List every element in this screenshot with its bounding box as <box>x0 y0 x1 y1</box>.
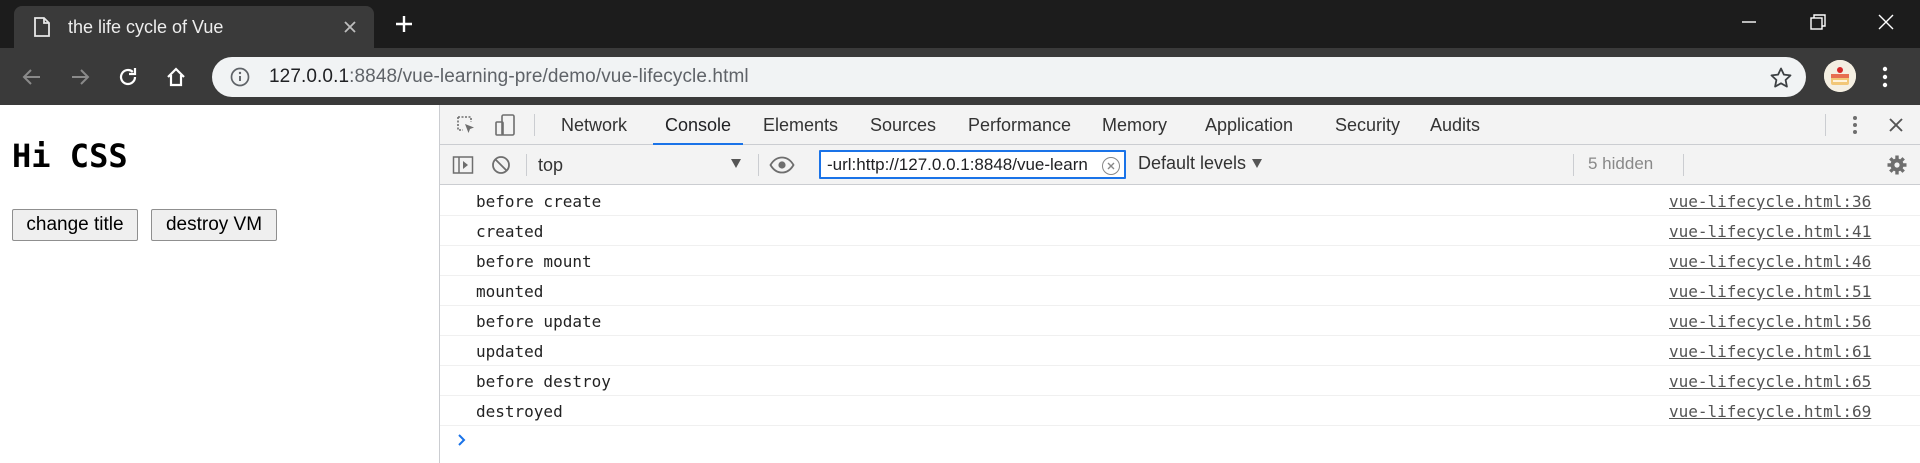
context-selector[interactable]: top <box>538 153 745 177</box>
document-icon <box>32 17 52 37</box>
bookmark-star-icon[interactable] <box>1768 65 1794 91</box>
source-link[interactable]: vue-lifecycle.html:56 <box>1669 312 1871 331</box>
toolbar-separator <box>534 114 535 136</box>
address-bar[interactable]: 127.0.0.1:8848/vue-learning-pre/demo/vue… <box>212 57 1806 97</box>
toolbar-separator <box>758 154 759 176</box>
destroy-vm-button[interactable]: destroy VM <box>151 209 277 241</box>
console-message: mounted vue-lifecycle.html:51 <box>440 276 1920 306</box>
profile-avatar[interactable] <box>1824 60 1856 92</box>
tab-performance[interactable]: Performance <box>968 105 1071 145</box>
devtools-tabbar: Network Console Elements Sources Perform… <box>440 105 1920 146</box>
console-message: before destroy vue-lifecycle.html:65 <box>440 366 1920 396</box>
filter-text: -url:http://127.0.0.1:8848/vue-learn <box>827 154 1088 174</box>
log-text: updated <box>476 342 544 361</box>
hidden-count: 5 hidden <box>1588 154 1654 173</box>
inspect-element-icon[interactable] <box>453 112 479 138</box>
change-title-button[interactable]: change title <box>12 209 138 241</box>
console-prompt-icon[interactable] <box>452 430 472 450</box>
toolbar-separator <box>1573 154 1574 176</box>
source-link[interactable]: vue-lifecycle.html:46 <box>1669 252 1871 271</box>
tab-close-icon[interactable] <box>334 11 366 43</box>
log-text: destroyed <box>476 402 563 421</box>
log-text: mounted <box>476 282 544 301</box>
source-link[interactable]: vue-lifecycle.html:41 <box>1669 222 1871 241</box>
sidebar-toggle-icon[interactable] <box>450 152 476 178</box>
console-message: updated vue-lifecycle.html:61 <box>440 336 1920 366</box>
source-link[interactable]: vue-lifecycle.html:65 <box>1669 372 1871 391</box>
devtools-panel: Network Console Elements Sources Perform… <box>439 105 1920 463</box>
source-link[interactable]: vue-lifecycle.html:69 <box>1669 402 1871 421</box>
log-levels-label: Default levels <box>1138 153 1247 173</box>
url-path: :8848/vue-learning-pre/demo/vue-lifecycl… <box>349 66 749 87</box>
url-host: 127.0.0.1 <box>269 66 350 87</box>
toolbar-separator <box>1683 154 1684 176</box>
source-link[interactable]: vue-lifecycle.html:51 <box>1669 282 1871 301</box>
chevron-down-icon <box>731 159 741 168</box>
browser-toolbar: 127.0.0.1:8848/vue-learning-pre/demo/vue… <box>0 48 1920 105</box>
console-message: before update vue-lifecycle.html:56 <box>440 306 1920 336</box>
window-close-icon[interactable] <box>1851 0 1920 44</box>
tab-application[interactable]: Application <box>1205 105 1293 145</box>
tab-title: the life cycle of Vue <box>68 16 224 37</box>
page-viewport: Hi CSS change title destroy VM <box>0 105 439 463</box>
settings-gear-icon[interactable] <box>1884 152 1910 178</box>
toolbar-separator <box>1825 114 1826 136</box>
tab-network[interactable]: Network <box>561 105 627 145</box>
log-text: created <box>476 222 544 241</box>
url-text: 127.0.0.1:8848/vue-learning-pre/demo/vue… <box>269 66 749 88</box>
devtools-close-icon[interactable] <box>1883 112 1909 138</box>
minimize-icon[interactable] <box>1714 0 1783 44</box>
tab-security[interactable]: Security <box>1335 105 1400 145</box>
log-text: before mount <box>476 252 592 271</box>
log-text: before destroy <box>476 372 611 391</box>
devtools-menu-icon[interactable] <box>1842 112 1868 138</box>
console-message: created vue-lifecycle.html:41 <box>440 216 1920 246</box>
log-text: before update <box>476 312 602 331</box>
chevron-down-icon <box>1252 159 1263 168</box>
info-icon[interactable] <box>229 66 251 88</box>
log-levels-dropdown[interactable]: Default levels <box>1138 153 1263 174</box>
tab-audits[interactable]: Audits <box>1430 105 1480 145</box>
console-filter-input[interactable]: -url:http://127.0.0.1:8848/vue-learn <box>819 150 1126 179</box>
source-link[interactable]: vue-lifecycle.html:61 <box>1669 342 1871 361</box>
forward-icon[interactable] <box>62 59 98 95</box>
browser-menu-icon[interactable] <box>1870 62 1900 92</box>
console-message: destroyed vue-lifecycle.html:69 <box>440 396 1920 426</box>
tab-elements[interactable]: Elements <box>763 105 838 145</box>
console-message: before create vue-lifecycle.html:36 <box>440 186 1920 216</box>
log-text: before create <box>476 192 602 211</box>
clear-console-icon[interactable] <box>488 152 514 178</box>
restore-icon[interactable] <box>1783 0 1852 44</box>
home-icon[interactable] <box>158 59 194 95</box>
tab-memory[interactable]: Memory <box>1102 105 1167 145</box>
console-log: before create vue-lifecycle.html:36 crea… <box>440 186 1920 426</box>
back-icon[interactable] <box>14 59 50 95</box>
toolbar-separator <box>526 154 527 176</box>
new-tab-icon[interactable] <box>386 6 422 42</box>
device-toolbar-icon[interactable] <box>492 112 518 138</box>
console-message: before mount vue-lifecycle.html:46 <box>440 246 1920 276</box>
page-heading: Hi CSS <box>12 137 128 175</box>
browser-titlebar: the life cycle of Vue <box>0 0 1920 48</box>
context-value: top <box>538 154 564 175</box>
tab-console[interactable]: Console <box>652 105 744 146</box>
tab-sources[interactable]: Sources <box>870 105 936 145</box>
browser-tab[interactable]: the life cycle of Vue <box>14 6 374 48</box>
clear-filter-icon[interactable] <box>1102 157 1120 175</box>
console-toolbar: top -url:http://127.0.0.1:8848/vue-learn… <box>440 145 1920 185</box>
source-link[interactable]: vue-lifecycle.html:36 <box>1669 192 1871 211</box>
reload-icon[interactable] <box>110 59 146 95</box>
live-expression-eye-icon[interactable] <box>769 152 795 178</box>
